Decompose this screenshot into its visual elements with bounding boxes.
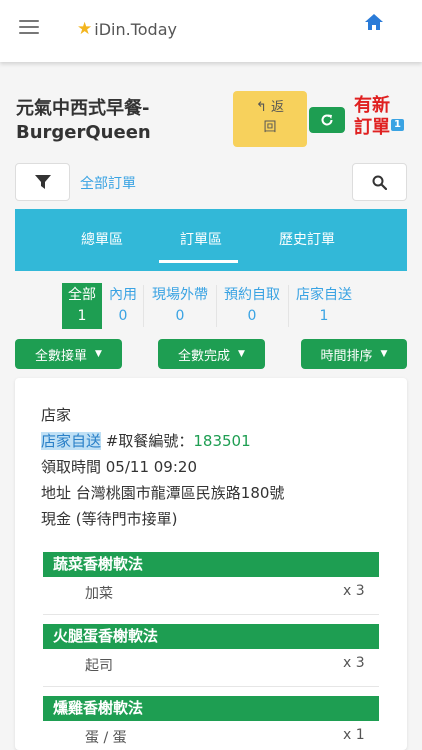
type-takeout[interactable]: 現場外帶 0 — [145, 283, 215, 329]
back-button[interactable]: ↰ 返 回 — [233, 91, 307, 147]
item-divider — [43, 686, 379, 687]
delivery-address: 地址 台灣桃園市龍潭區民族路180號 — [41, 484, 285, 502]
type-reserved-pickup[interactable]: 預約自取 0 — [217, 283, 287, 329]
reply-arrow-icon: ↰ — [255, 100, 267, 115]
tab-history[interactable]: 歷史訂單 — [279, 229, 335, 249]
item-name: 蔬菜香榭軟法 — [43, 552, 379, 577]
new-order-alert[interactable]: 有新 訂單 1 — [354, 95, 404, 139]
pickup-code: 183501 — [193, 432, 251, 450]
chevron-down-icon: ▼ — [380, 349, 388, 359]
menu-icon[interactable] — [19, 20, 39, 34]
divider — [143, 285, 144, 327]
search-icon — [372, 175, 387, 190]
store-title: 元氣中西式早餐- BurgerQueen — [16, 98, 151, 143]
filter-icon — [34, 175, 51, 189]
order-source: 店家 — [41, 406, 72, 424]
refresh-icon — [321, 114, 333, 126]
refresh-button[interactable] — [309, 107, 345, 133]
item-qty: x 3 — [343, 583, 365, 599]
home-icon[interactable] — [364, 13, 384, 31]
tab-summary[interactable]: 總單區 — [81, 229, 123, 249]
active-tab-indicator — [159, 260, 238, 263]
type-all[interactable]: 全部 1 — [62, 283, 102, 329]
tab-orders[interactable]: 訂單區 — [180, 229, 222, 249]
top-nav-bar: ★ iDin.Today — [0, 0, 422, 62]
brand-name: iDin.Today — [94, 19, 177, 39]
accept-all-button[interactable]: 全數接單 ▼ — [15, 339, 122, 369]
item-qty: x 1 — [343, 727, 365, 743]
order-card[interactable]: 店家 店家自送 #取餐編號：183501 領取時間 05/11 09:20 地址… — [15, 378, 407, 750]
order-code-line: 店家自送 #取餐編號：183501 — [41, 432, 251, 450]
item-qty: x 3 — [343, 655, 365, 671]
item-option: 起司 — [85, 658, 113, 674]
order-tabs: 總單區 訂單區 歷史訂單 — [15, 209, 407, 271]
item-name: 火腿蛋香榭軟法 — [43, 624, 379, 649]
new-order-count-badge: 1 — [391, 119, 404, 131]
item-option: 加菜 — [85, 586, 113, 602]
filter-button[interactable] — [15, 163, 70, 201]
payment-status: 現金 (等待門市接單) — [41, 510, 178, 528]
chevron-down-icon: ▼ — [238, 349, 245, 359]
chevron-down-icon: ▼ — [95, 349, 102, 359]
type-dine-in[interactable]: 內用 0 — [104, 283, 142, 329]
pickup-time: 領取時間 05/11 09:20 — [41, 458, 197, 476]
item-option: 蛋 / 蛋 — [85, 730, 127, 746]
delivery-type-label: 店家自送 — [41, 432, 102, 450]
type-store-delivery[interactable]: 店家自送 1 — [289, 283, 359, 329]
search-button[interactable] — [352, 163, 407, 201]
sort-button[interactable]: 時間排序 ▼ — [301, 339, 407, 369]
item-name: 燻雞香榭軟法 — [43, 696, 379, 721]
star-icon: ★ — [77, 19, 93, 39]
complete-all-button[interactable]: 全數完成 ▼ — [158, 339, 265, 369]
all-orders-link[interactable]: 全部訂單 — [80, 173, 136, 193]
brand-logo[interactable]: ★ iDin.Today — [77, 19, 177, 39]
item-divider — [43, 614, 379, 615]
